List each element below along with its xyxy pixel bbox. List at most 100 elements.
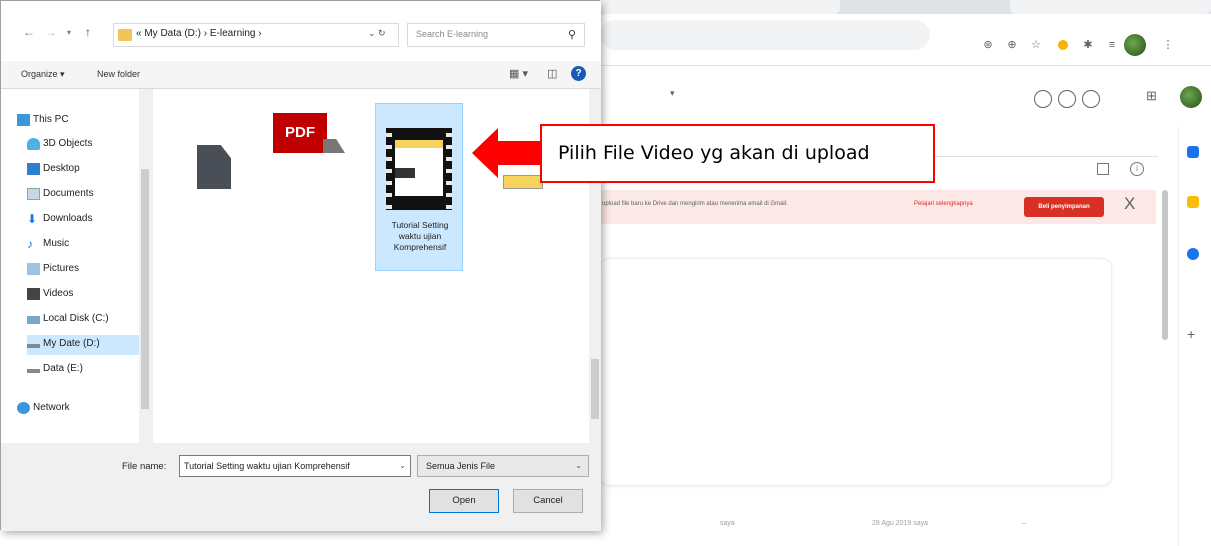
nav-item-label: Documents xyxy=(43,188,94,199)
info-icon[interactable]: i xyxy=(1130,162,1144,176)
recent-locations-icon[interactable]: ▾ xyxy=(67,28,71,37)
refresh-icon[interactable]: ⌄ ↻ xyxy=(368,28,386,39)
selected-video-file[interactable]: Tutorial Setting waktu ujian Komprehensi… xyxy=(375,103,463,271)
file-name-input[interactable]: Tutorial Setting waktu ujian Komprehensi… xyxy=(179,455,411,477)
keep-icon[interactable] xyxy=(1187,196,1199,208)
nav-item-label: 3D Objects xyxy=(43,138,93,149)
offline-icon[interactable] xyxy=(1034,90,1052,108)
buy-storage-button[interactable]: Beli penyimpanan xyxy=(1024,197,1104,217)
file-item[interactable] xyxy=(171,103,259,271)
folder-icon xyxy=(118,29,132,41)
nav-item-label: Local Disk (C:) xyxy=(43,313,109,324)
settings-icon[interactable]: ⊛ xyxy=(980,37,996,53)
breadcrumb[interactable]: « My Data (D:) › E-learning › xyxy=(136,28,262,39)
nav-item-this-pc[interactable]: This PC xyxy=(17,111,141,131)
file-open-dialog: ← → ▾ ↑ « My Data (D:) › E-learning › ⌄ … xyxy=(0,0,601,531)
nav-item-desktop[interactable]: Desktop xyxy=(27,160,151,180)
documents-icon xyxy=(27,188,40,200)
address-bar[interactable]: « My Data (D:) › E-learning › ⌄ ↻ xyxy=(113,23,399,47)
forward-arrow-icon[interactable]: → xyxy=(45,25,57,39)
browser-tab[interactable] xyxy=(600,0,840,14)
new-folder-button[interactable]: New folder xyxy=(97,69,140,79)
nav-item-3d-objects[interactable]: 3D Objects xyxy=(27,135,151,155)
nav-item-pictures[interactable]: Pictures xyxy=(27,260,151,280)
nav-item-network[interactable]: Network xyxy=(17,399,141,419)
chevron-down-icon[interactable]: ⌄ xyxy=(399,461,406,470)
3d-objects-icon xyxy=(27,138,40,150)
pc-icon xyxy=(17,114,30,126)
banner-message: upload file baru ke Drive dan mengirim a… xyxy=(602,201,788,207)
owner-cell: saya xyxy=(720,520,735,527)
browser-tab[interactable] xyxy=(1010,0,1211,14)
file-label: Tutorial Setting waktu ujian Komprehensi… xyxy=(391,220,449,252)
search-input[interactable]: Search E-learning ⚲ xyxy=(407,23,585,47)
nav-item-label: Desktop xyxy=(43,163,80,174)
chevron-down-icon: – xyxy=(1022,520,1026,527)
pdf-badge: PDF xyxy=(273,113,327,153)
help-icon[interactable] xyxy=(1058,90,1076,108)
help-icon[interactable]: ? xyxy=(571,66,586,81)
nav-item-label: This PC xyxy=(33,114,69,125)
downloads-icon: ⬇ xyxy=(27,212,38,226)
storage-warning-banner: upload file baru ke Drive dan mengirim a… xyxy=(596,190,1156,224)
nav-item-documents[interactable]: Documents xyxy=(27,185,151,205)
side-panel: + xyxy=(1178,126,1211,546)
nav-item-label: Pictures xyxy=(43,263,80,274)
nav-item-my-date[interactable]: My Date (D:) xyxy=(27,335,139,355)
search-placeholder: Search E-learning xyxy=(416,29,489,39)
drive-icon xyxy=(27,344,40,348)
nav-item-label: Downloads xyxy=(43,213,93,224)
account-avatar[interactable] xyxy=(1180,86,1202,108)
content-scrollbar-thumb[interactable] xyxy=(591,359,599,419)
drive-file-card xyxy=(600,258,1112,486)
back-arrow-icon[interactable]: ← xyxy=(23,25,35,39)
learn-more-link[interactable]: Pelajari selengkapnya xyxy=(914,201,973,207)
dialog-nav-row: ← → ▾ ↑ « My Data (D:) › E-learning › ⌄ … xyxy=(1,1,601,61)
open-button[interactable]: Open xyxy=(429,489,499,513)
nav-item-local-disk[interactable]: Local Disk (C:) xyxy=(27,310,151,330)
profile-avatar[interactable] xyxy=(1124,34,1146,56)
desktop-icon xyxy=(27,163,40,175)
cancel-button[interactable]: Cancel xyxy=(513,489,583,513)
dialog-footer: File name: Tutorial Setting waktu ujian … xyxy=(1,443,601,531)
grid-view-icon[interactable] xyxy=(1097,163,1109,175)
drive-scrollbar[interactable] xyxy=(1162,190,1168,340)
nav-item-videos[interactable]: Videos xyxy=(27,285,151,305)
instruction-text: Pilih File Video yg akan di upload xyxy=(558,142,870,164)
close-icon[interactable]: X xyxy=(1124,194,1135,214)
apps-grid-icon[interactable]: ⊞ xyxy=(1146,88,1157,104)
organize-menu[interactable]: Organize ▾ xyxy=(21,69,65,80)
reading-list-icon[interactable]: ≡ xyxy=(1104,37,1120,53)
nav-item-downloads[interactable]: ⬇ Downloads xyxy=(27,210,151,230)
gear-icon[interactable] xyxy=(1082,90,1100,108)
view-options-icon[interactable]: ▦ ▾ xyxy=(509,67,528,80)
zoom-icon[interactable]: ⊕ xyxy=(1004,37,1020,53)
music-icon: ♪ xyxy=(27,237,33,251)
navigation-pane: This PC 3D Objects Desktop Documents ⬇ D… xyxy=(1,89,151,443)
nav-scrollbar-thumb[interactable] xyxy=(141,169,149,409)
nav-item-label: Network xyxy=(33,402,70,413)
file-item[interactable]: PDF xyxy=(267,103,355,271)
calendar-icon[interactable] xyxy=(1187,146,1199,158)
file-type-value: Semua Jenis File xyxy=(426,461,496,471)
up-arrow-icon[interactable]: ↑ xyxy=(85,25,91,39)
puzzle-icon[interactable]: ✱ xyxy=(1080,37,1096,53)
command-bar: Organize ▾ New folder ▦ ▾ ◫ ? xyxy=(1,61,601,89)
network-icon xyxy=(17,402,30,414)
nav-item-data-e[interactable]: Data (E:) xyxy=(27,360,151,380)
browser-address-bar[interactable] xyxy=(600,20,930,50)
drive-search-options[interactable]: ▾ xyxy=(600,82,700,110)
nav-item-music[interactable]: ♪ Music xyxy=(27,235,151,255)
tasks-icon[interactable] xyxy=(1187,248,1199,260)
file-type-select[interactable]: Semua Jenis File ⌄ xyxy=(417,455,589,477)
preview-pane-icon[interactable]: ◫ xyxy=(547,67,557,80)
extension-icon[interactable] xyxy=(1058,40,1068,50)
menu-icon[interactable]: ⋮ xyxy=(1160,37,1176,53)
add-icon[interactable]: + xyxy=(1187,326,1195,342)
file-row[interactable]: saya 28 Agu 2019 saya – xyxy=(600,510,1160,540)
local-disk-icon xyxy=(27,316,40,324)
star-icon[interactable]: ☆ xyxy=(1028,37,1044,53)
chevron-down-icon: ▾ xyxy=(670,88,675,98)
document-icon xyxy=(177,127,251,209)
film-strip xyxy=(386,128,452,210)
